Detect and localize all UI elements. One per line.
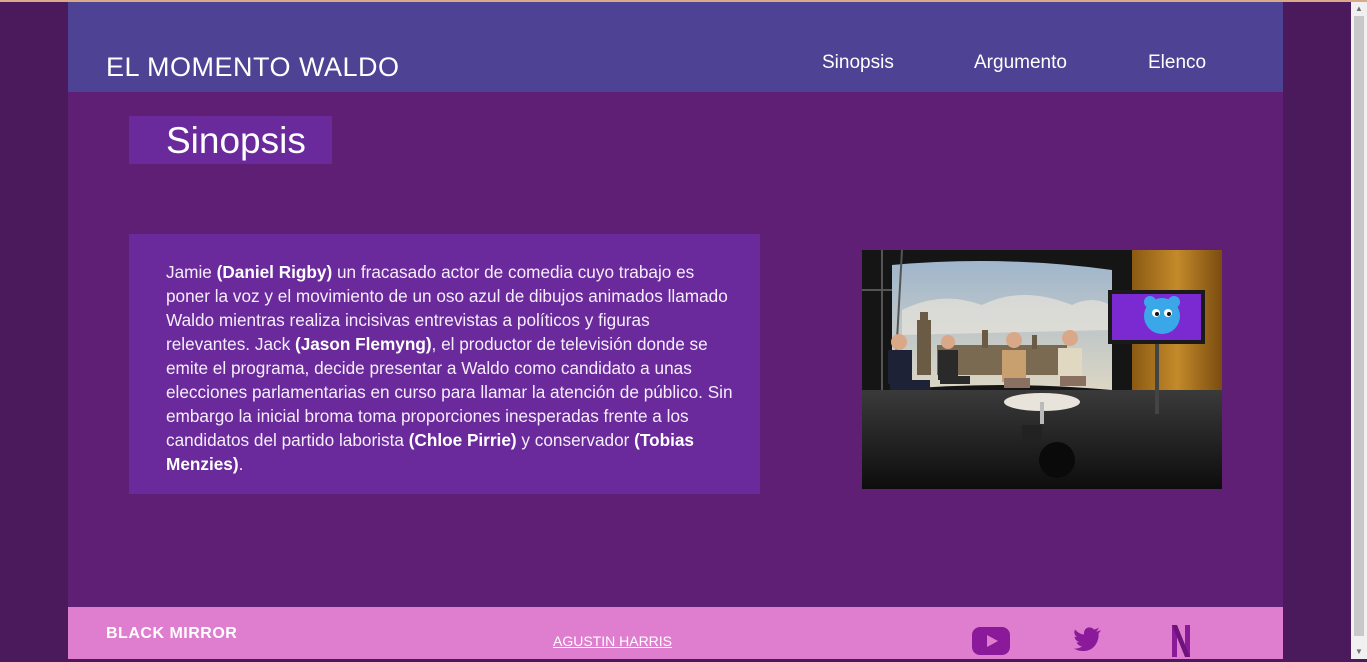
section-heading: Sinopsis bbox=[129, 116, 332, 164]
nav-link-argumento[interactable]: Argumento bbox=[974, 52, 1067, 74]
twitter-icon[interactable] bbox=[1074, 627, 1102, 656]
tv-studio-debate-photo bbox=[862, 250, 1222, 489]
section-heading-text: Sinopsis bbox=[166, 120, 306, 161]
author-link[interactable]: AGUSTIN HARRIS bbox=[553, 633, 672, 649]
scroll-up-icon[interactable]: ▲ bbox=[1355, 4, 1363, 13]
netflix-icon[interactable] bbox=[1172, 625, 1190, 662]
synopsis-text-part: Jamie bbox=[166, 262, 217, 282]
actor-name: (Daniel Rigby) bbox=[216, 262, 333, 282]
page: EL MOMENTO WALDO Sinopsis Argumento Elen… bbox=[68, 2, 1283, 659]
nav-link-sinopsis[interactable]: Sinopsis bbox=[822, 52, 894, 74]
actor-name: (Chloe Pirrie) bbox=[408, 430, 517, 450]
youtube-icon[interactable] bbox=[972, 627, 1010, 660]
synopsis-panel: Jamie (Daniel Rigby) un fracasado actor … bbox=[129, 234, 760, 494]
vertical-scrollbar[interactable]: ▲ ▼ bbox=[1351, 2, 1367, 659]
site-header: EL MOMENTO WALDO Sinopsis Argumento Elen… bbox=[68, 2, 1283, 92]
scrollbar-thumb[interactable] bbox=[1354, 16, 1364, 636]
black-mirror-logo: BLACK MIRROR bbox=[106, 625, 238, 642]
site-footer: BLACK MIRROR AGUSTIN HARRIS bbox=[68, 607, 1283, 659]
photo-illustration bbox=[862, 250, 1222, 489]
synopsis-text: Jamie (Daniel Rigby) un fracasado actor … bbox=[166, 260, 736, 476]
synopsis-text-part: y conservador bbox=[516, 430, 635, 450]
synopsis-text-part: . bbox=[238, 454, 244, 474]
nav-link-elenco[interactable]: Elenco bbox=[1148, 52, 1206, 74]
actor-name: (Jason Flemyng) bbox=[294, 334, 432, 354]
scroll-down-icon[interactable]: ▼ bbox=[1355, 647, 1363, 656]
site-title[interactable]: EL MOMENTO WALDO bbox=[106, 52, 400, 83]
